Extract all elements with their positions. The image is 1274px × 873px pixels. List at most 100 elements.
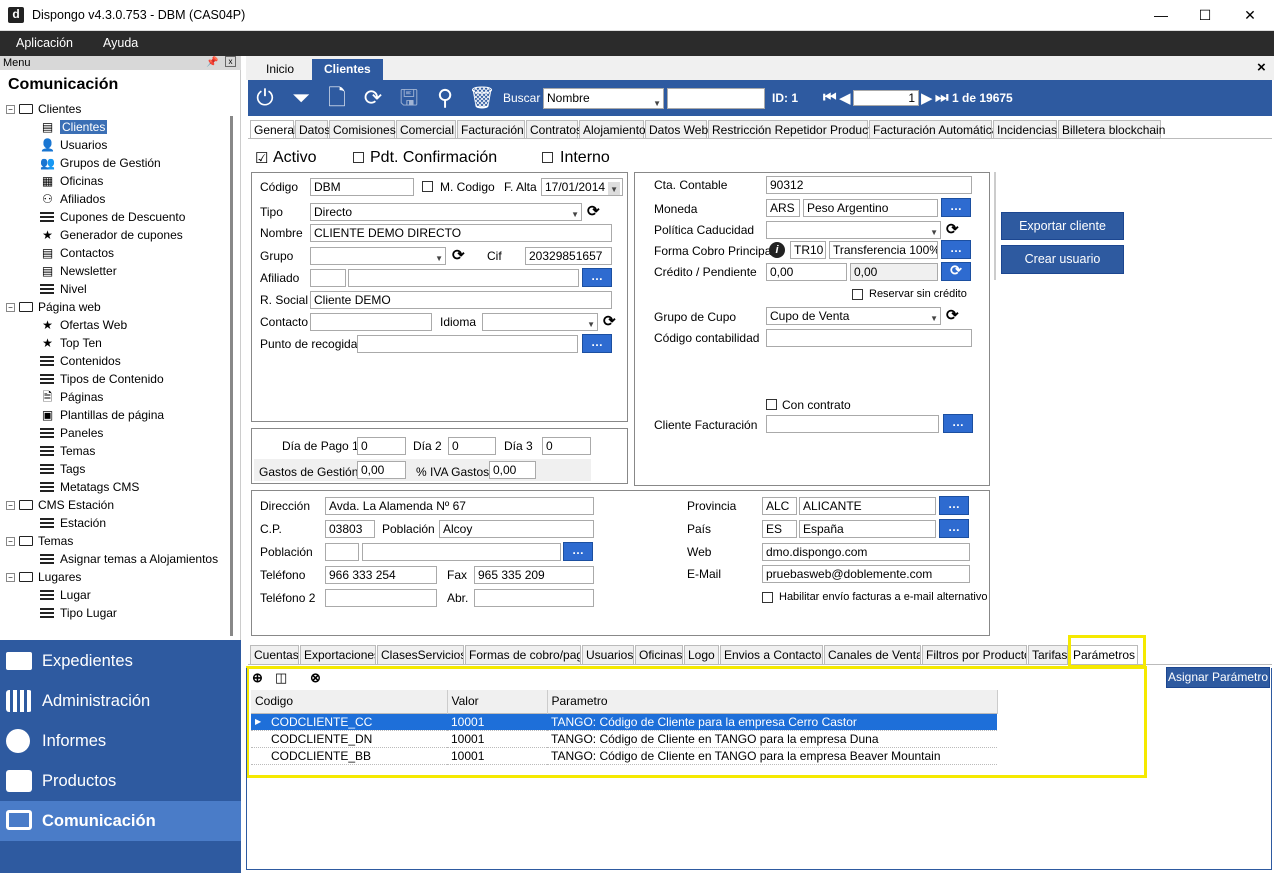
falta-date-picker[interactable]: 17/01/2014 ▼: [541, 178, 623, 196]
refresh-grupo-icon[interactable]: ⟳: [452, 248, 465, 264]
search-input[interactable]: [667, 88, 765, 109]
cta-field[interactable]: 90312: [766, 176, 972, 194]
new-document-icon[interactable]: 🗋: [324, 86, 350, 110]
punto-field[interactable]: [357, 335, 578, 353]
afiliado-code-field[interactable]: [310, 269, 346, 287]
rsocial-field[interactable]: Cliente DEMO: [310, 291, 612, 309]
refresh-credito-icon[interactable]: ⟳: [941, 262, 971, 281]
credito-field[interactable]: 0,00: [766, 263, 847, 281]
abr-field[interactable]: [474, 589, 594, 607]
punto-lookup-button[interactable]: …: [582, 334, 612, 353]
nav-expedientes[interactable]: Expedientes: [0, 641, 241, 681]
related-tab[interactable]: Tarifas: [1028, 645, 1068, 664]
close-tab-icon[interactable]: ×: [1257, 59, 1266, 76]
collapse-icon[interactable]: −: [6, 501, 15, 511]
info-icon[interactable]: i: [769, 242, 785, 258]
detail-tab[interactable]: General: [250, 120, 297, 139]
nav-informes[interactable]: Informes: [0, 721, 241, 761]
power-icon[interactable]: ⏻: [252, 86, 278, 110]
menu-scrollbar[interactable]: [230, 116, 233, 636]
refresh-idioma-icon[interactable]: ⟳: [603, 314, 616, 330]
pais-code-field[interactable]: ES: [762, 520, 797, 538]
forma-name-field[interactable]: Transferencia 100%: [829, 241, 938, 259]
nav-comunicacion[interactable]: Comunicación: [0, 801, 241, 841]
clientefact-field[interactable]: [766, 415, 939, 433]
concontrato-checkbox[interactable]: [766, 399, 777, 410]
exportar-cliente-button[interactable]: Exportar cliente: [1001, 212, 1124, 240]
asignar-parametro-button[interactable]: Asignar Parámetro: [1166, 667, 1270, 688]
refresh-politica-icon[interactable]: ⟳: [946, 222, 959, 238]
refresh-icon[interactable]: ⟳: [360, 86, 386, 110]
close-window-button[interactable]: ✕: [1227, 0, 1273, 31]
tree-item[interactable]: Lugar: [6, 586, 228, 604]
related-tab[interactable]: Canales de Venta: [824, 645, 921, 664]
poblacion2-name-field[interactable]: [362, 543, 561, 561]
tree-item[interactable]: − Clientes: [6, 100, 228, 118]
forma-code-field[interactable]: TR10: [790, 241, 826, 259]
tree-item[interactable]: − Temas: [6, 532, 228, 550]
filter-icon[interactable]: ⏷: [288, 86, 314, 110]
menu-aplicacion[interactable]: Aplicación: [16, 36, 73, 50]
related-tab[interactable]: Logo: [684, 645, 719, 664]
tree-item[interactable]: ▣ Plantillas de página: [6, 406, 228, 424]
tree-item[interactable]: 👥 Grupos de Gestión: [6, 154, 228, 172]
tree-item[interactable]: ★ Ofertas Web: [6, 316, 228, 334]
iva-field[interactable]: 0,00: [489, 461, 536, 479]
contacto-field[interactable]: [310, 313, 432, 331]
detail-tab[interactable]: Alojamiento: [579, 120, 646, 139]
telefono2-field[interactable]: [325, 589, 437, 607]
web-field[interactable]: dmo.dispongo.com: [762, 543, 970, 561]
tree-item[interactable]: 👤 Usuarios: [6, 136, 228, 154]
tree-item[interactable]: ▤ Newsletter: [6, 262, 228, 280]
save-icon[interactable]: 🖫: [396, 86, 422, 110]
search-field-select[interactable]: Nombre ▼: [543, 88, 664, 109]
tree-item[interactable]: Temas: [6, 442, 228, 460]
codigo-field[interactable]: DBM: [310, 178, 414, 196]
mcodigo-checkbox[interactable]: [422, 181, 433, 192]
dia2-field[interactable]: 0: [448, 437, 496, 455]
collapse-icon[interactable]: −: [6, 573, 15, 583]
moneda-lookup-button[interactable]: …: [941, 198, 971, 217]
direccion-field[interactable]: Avda. La Alamenda Nº 67: [325, 497, 594, 515]
moneda-code-field[interactable]: ARS: [766, 199, 800, 217]
tab-inicio[interactable]: Inicio: [254, 59, 306, 80]
refresh-tipo-icon[interactable]: ⟳: [587, 204, 600, 220]
afiliado-lookup-button[interactable]: …: [582, 268, 612, 287]
detail-tab[interactable]: Comisiones: [329, 120, 396, 139]
tree-item[interactable]: ▤ Contactos: [6, 244, 228, 262]
poblacion-field[interactable]: Alcoy: [439, 520, 594, 538]
detail-tab[interactable]: Facturación: [457, 120, 525, 139]
first-record-icon[interactable]: ⏮: [823, 89, 837, 106]
nav-productos[interactable]: Productos: [0, 761, 241, 801]
related-tab[interactable]: Filtros por Producto: [922, 645, 1027, 664]
trash-icon[interactable]: 🗑: [468, 86, 496, 110]
diapago1-field[interactable]: 0: [357, 437, 406, 455]
maximize-button[interactable]: ☐: [1182, 0, 1228, 31]
dia3-field[interactable]: 0: [542, 437, 591, 455]
tree-item[interactable]: ▤ Clientes: [6, 118, 228, 136]
pais-name-field[interactable]: España: [799, 520, 936, 538]
related-tab[interactable]: Envios a Contactos: [720, 645, 823, 664]
detail-tab[interactable]: Comercial: [396, 120, 456, 139]
tree-item[interactable]: ★ Top Ten: [6, 334, 228, 352]
nombre-field[interactable]: CLIENTE DEMO DIRECTO: [310, 224, 612, 242]
activo-check-icon[interactable]: ☑: [255, 149, 268, 167]
tab-clientes[interactable]: Clientes: [312, 59, 383, 80]
email-field[interactable]: pruebasweb@doblemente.com: [762, 565, 970, 583]
minimize-button[interactable]: —: [1138, 0, 1184, 31]
idioma-select[interactable]: ▼: [482, 313, 598, 331]
tree-item[interactable]: 🗎 Páginas: [6, 388, 228, 406]
tree-item[interactable]: Asignar temas a Alojamientos: [6, 550, 228, 568]
prev-record-icon[interactable]: ◀: [839, 89, 851, 107]
tree-item[interactable]: Metatags CMS: [6, 478, 228, 496]
refresh-grupocupo-icon[interactable]: ⟳: [946, 308, 959, 324]
tree-item[interactable]: Contenidos: [6, 352, 228, 370]
tree-item[interactable]: ▦ Oficinas: [6, 172, 228, 190]
poblacion2-code-field[interactable]: [325, 543, 359, 561]
gastos-field[interactable]: 0,00: [357, 461, 406, 479]
related-tab[interactable]: Formas de cobro/pago: [465, 645, 581, 664]
codcont-field[interactable]: [766, 329, 972, 347]
poblacion-lookup-button[interactable]: …: [563, 542, 593, 561]
related-tab[interactable]: ClasesServicios: [377, 645, 464, 664]
pais-lookup-button[interactable]: …: [939, 519, 969, 538]
